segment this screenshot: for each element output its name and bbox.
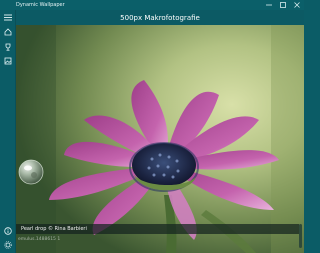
close-button[interactable] [290,0,304,10]
info-icon [3,226,12,235]
nav-gallery[interactable] [3,56,12,65]
navigation-rail [0,10,16,253]
photo-caption-bar: Pearl drop © Rina Barbieri [16,224,299,234]
photo-meta: emulus.1488615 1 [18,237,61,242]
scrollbar[interactable] [299,224,302,248]
gallery-icon [4,57,11,64]
wallpaper-photo [16,25,304,253]
hamburger-menu-button[interactable] [3,13,12,22]
flower-image [16,25,304,253]
photo-caption: Pearl drop © Rina Barbieri [21,226,87,232]
page-header: 500px Makrofotografie [16,10,304,25]
app-title: Dynamic Wallpaper [16,2,65,8]
nav-settings[interactable] [3,240,12,249]
maximize-button[interactable] [276,0,290,10]
minimize-icon [266,4,272,6]
page-title: 500px Makrofotografie [120,13,200,22]
nav-home[interactable] [3,27,12,36]
maximize-icon [280,2,286,8]
close-icon [294,2,300,8]
title-bar: Dynamic Wallpaper [0,0,304,10]
nav-featured[interactable] [3,42,12,51]
hamburger-menu-icon [3,14,12,21]
trophy-icon [5,43,10,51]
gear-icon [3,240,12,249]
minimize-button[interactable] [262,0,276,10]
home-icon [4,27,11,35]
window-controls [262,0,304,10]
nav-info[interactable] [3,226,12,235]
